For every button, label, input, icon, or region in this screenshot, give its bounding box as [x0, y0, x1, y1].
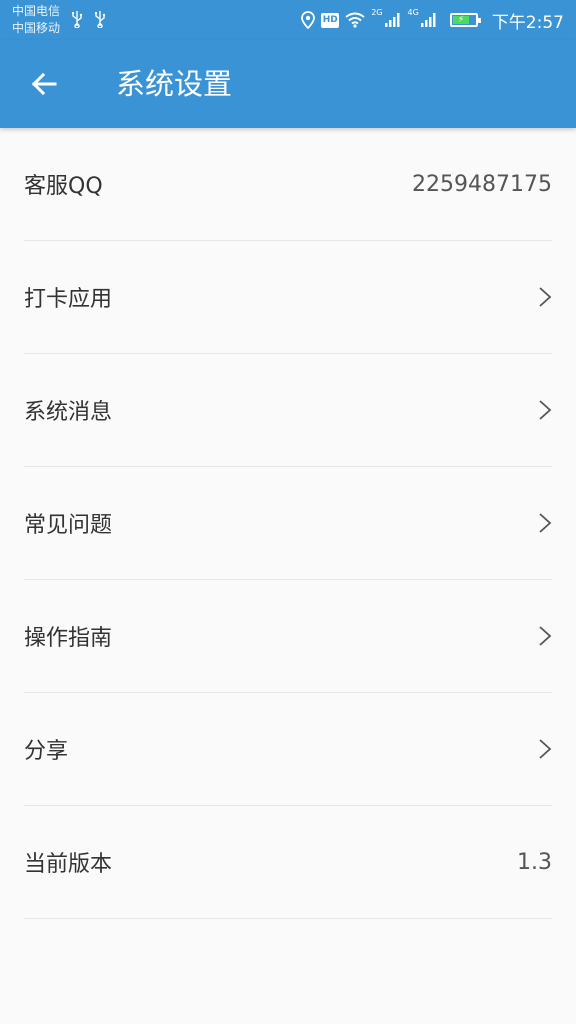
setting-label: 打卡应用 [24, 287, 113, 312]
battery-icon: ⚡ [449, 13, 481, 27]
usb-icon-2 [95, 11, 106, 28]
setting-customer-qq[interactable]: 客服QQ 2259487175 [24, 128, 552, 241]
chevron-right-icon [539, 513, 552, 533]
setting-guide[interactable]: 操作指南 [24, 580, 552, 693]
signal-icon [384, 13, 400, 27]
usb-icon [72, 11, 83, 28]
charging-icon: ⚡ [457, 15, 465, 25]
setting-label: 操作指南 [24, 626, 113, 651]
wifi-icon [345, 12, 365, 28]
clock: 下午2:57 [491, 12, 564, 33]
carrier-info: 中国电信 中国移动 [12, 3, 60, 37]
setting-checkin-app[interactable]: 打卡应用 [24, 241, 552, 354]
setting-label: 分享 [24, 739, 69, 764]
setting-system-messages[interactable]: 系统消息 [24, 354, 552, 467]
setting-share[interactable]: 分享 [24, 693, 552, 806]
page-title: 系统设置 [116, 67, 233, 101]
chevron-right-icon [539, 739, 552, 759]
status-icons: HD 2G 4G ⚡ 下午2:57 [301, 8, 564, 33]
chevron-right-icon [539, 400, 552, 420]
hd-badge: HD [321, 12, 340, 28]
signal-icon-2 [420, 13, 436, 27]
back-button[interactable] [22, 62, 66, 106]
chevron-right-icon [539, 626, 552, 646]
network-2g-label: 2G [371, 8, 383, 17]
setting-label: 当前版本 [24, 852, 113, 877]
setting-faq[interactable]: 常见问题 [24, 467, 552, 580]
network-4g-label: 4G [407, 8, 419, 17]
setting-label: 系统消息 [24, 400, 113, 425]
carrier-1: 中国电信 [12, 4, 61, 18]
app-bar: 系统设置 [0, 40, 576, 128]
setting-label: 客服QQ [24, 174, 103, 199]
arrow-left-icon [31, 72, 57, 96]
carrier-2: 中国移动 [12, 21, 61, 35]
customer-qq-value: 2259487175 [412, 171, 552, 197]
setting-label: 常见问题 [24, 513, 113, 538]
settings-list: 客服QQ 2259487175 打卡应用 系统消息 常见问题 操作指南 分享 当… [0, 128, 576, 919]
version-value: 1.3 [517, 849, 552, 875]
chevron-right-icon [539, 287, 552, 307]
setting-version[interactable]: 当前版本 1.3 [24, 806, 552, 919]
status-bar: 中国电信 中国移动 HD 2G 4G ⚡ 下午2:57 [0, 0, 576, 40]
location-icon [301, 11, 316, 29]
